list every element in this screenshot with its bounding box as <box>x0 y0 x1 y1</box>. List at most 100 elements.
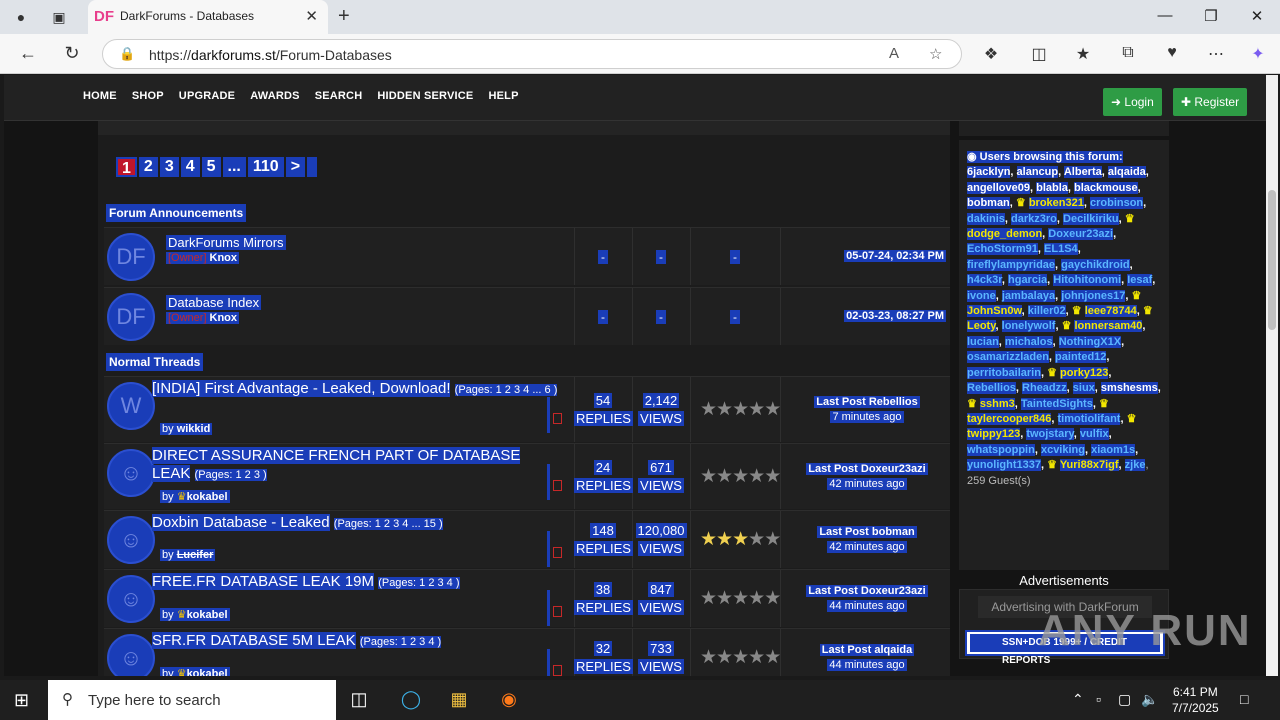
thread-title-link[interactable]: Doxbin Database - Leaked <box>152 514 330 531</box>
online-user-link[interactable]: ivone <box>967 289 996 302</box>
read-aloud-icon[interactable]: A <box>889 45 899 62</box>
online-user-link[interactable]: whatspoppin <box>967 443 1035 456</box>
thread-pages[interactable]: (Pages: 1 2 3 4 ... 6 ) <box>454 384 558 396</box>
last-post-time[interactable]: 7 minutes ago <box>830 411 904 423</box>
thread-pages[interactable]: (Pages: 1 2 3 ) <box>194 469 267 481</box>
last-post-by[interactable]: Last Post bobman <box>817 526 917 538</box>
online-user-link[interactable]: zjke <box>1124 459 1146 472</box>
online-user-link[interactable]: crobinson <box>1089 197 1144 210</box>
star-icon[interactable]: ★ <box>716 529 733 550</box>
author-link[interactable]: wikkid <box>177 423 211 435</box>
page-link[interactable]: 2 <box>138 157 158 177</box>
page-link[interactable]: ... <box>222 157 246 177</box>
online-user-link[interactable]: porky123 <box>1060 366 1109 379</box>
author-link[interactable]: kokabel <box>187 609 228 621</box>
thread-title-link[interactable]: [INDIA] First Advantage - Leaked, Downlo… <box>152 380 451 397</box>
last-post-by[interactable]: Last Post Rebellios <box>814 396 920 408</box>
thread-title-link[interactable]: SFR.FR DATABASE 5M LEAK <box>152 632 356 649</box>
tray-chevron-icon[interactable]: ⌃ <box>1072 691 1084 708</box>
page-link[interactable]: 1 <box>116 157 137 177</box>
rating-stars[interactable]: ★★★★★ <box>700 587 781 610</box>
online-user-link[interactable]: sshm3 <box>979 397 1015 410</box>
minimize-icon[interactable]: — <box>1150 7 1180 24</box>
online-user-link[interactable]: 6jacklyn <box>967 166 1011 179</box>
online-user-link[interactable]: vulfix <box>1079 428 1109 441</box>
online-user-link[interactable]: timotiolifant <box>1057 412 1121 425</box>
online-user-link[interactable]: h4ck3r <box>967 274 1002 287</box>
browser-essentials-icon[interactable]: ♥ <box>1160 44 1184 62</box>
rating-stars[interactable]: ★★★★★ <box>700 646 781 669</box>
online-user-link[interactable]: dakinis <box>967 212 1005 225</box>
star-icon[interactable]: ★ <box>732 399 749 420</box>
thread-pages[interactable]: (Pages: 1 2 3 4 ... 15 ) <box>333 518 443 530</box>
last-post-user[interactable]: alqaida <box>874 644 913 656</box>
forum-title[interactable]: Database Index <box>166 295 262 310</box>
online-user-link[interactable]: killer02 <box>1027 305 1066 318</box>
online-user-link[interactable]: EL1S4 <box>1044 243 1078 256</box>
collections-icon[interactable]: ⧉ <box>1116 44 1140 62</box>
star-icon[interactable]: ★ <box>764 588 781 609</box>
page-link[interactable]: 3 <box>159 157 179 177</box>
star-icon[interactable]: ★ <box>716 588 733 609</box>
window-close-icon[interactable]: ✕ <box>1242 7 1272 25</box>
thread-title-link[interactable]: FREE.FR DATABASE LEAK 19M <box>152 573 375 590</box>
online-user-link[interactable]: bobman <box>967 197 1010 210</box>
firefox-icon[interactable]: ◉ <box>494 689 524 710</box>
star-icon[interactable]: ★ <box>764 647 781 668</box>
extensions-icon[interactable]: ❖ <box>979 44 1003 64</box>
star-icon[interactable]: ★ <box>764 466 781 487</box>
star-icon[interactable]: ★ <box>764 399 781 420</box>
volume-icon[interactable]: 🔈 <box>1141 691 1158 708</box>
forum-title[interactable]: DarkForums Mirrors <box>166 235 286 250</box>
author-link[interactable]: Knox <box>210 252 238 264</box>
star-icon[interactable]: ★ <box>748 647 765 668</box>
url-text[interactable]: https://darkforums.st/Forum-Databases <box>149 47 392 63</box>
windows-start-icon[interactable]: ⊞ <box>14 690 29 711</box>
refresh-icon[interactable]: ↻ <box>60 43 84 64</box>
last-post-user[interactable]: Doxeur23azi <box>860 585 926 597</box>
online-user-link[interactable]: angellove09 <box>967 181 1030 194</box>
last-post-user[interactable]: Rebellios <box>868 396 918 408</box>
online-user-link[interactable]: alancup <box>1016 166 1059 179</box>
online-user-link[interactable]: blabla <box>1036 181 1068 194</box>
online-user-link[interactable]: TaintedSights <box>1020 397 1093 410</box>
last-post-by[interactable]: Last Post alqaida <box>819 644 915 656</box>
tab-actions-icon[interactable]: ▣ <box>48 6 70 28</box>
online-user-link[interactable]: michalos <box>1004 335 1053 348</box>
star-icon[interactable]: ★ <box>716 399 733 420</box>
online-user-link[interactable]: blackmouse <box>1074 181 1138 194</box>
nav-link[interactable]: HELP <box>488 90 518 102</box>
page-link[interactable]: 5 <box>201 157 221 177</box>
star-icon[interactable]: ★ <box>748 588 765 609</box>
last-post-by[interactable]: Last Post Doxeur23azi <box>806 463 928 475</box>
star-icon[interactable]: ★ <box>700 529 717 550</box>
profile-icon[interactable]: ● <box>10 6 32 28</box>
last-post-user[interactable]: Doxeur23azi <box>860 463 926 475</box>
online-user-link[interactable]: painted12 <box>1055 351 1107 364</box>
online-user-link[interactable]: EchoStorm91 <box>967 243 1038 256</box>
page-link[interactable]: 110 <box>247 157 284 177</box>
star-icon[interactable]: ★ <box>732 588 749 609</box>
next-page-button[interactable]: > <box>285 157 306 177</box>
last-post-time[interactable]: 42 minutes ago <box>827 478 907 490</box>
login-button[interactable]: ➜ Login <box>1103 88 1162 116</box>
online-user-link[interactable]: twippy123 <box>967 428 1021 441</box>
page-link[interactable]: 4 <box>180 157 200 177</box>
online-user-link[interactable]: twojstary <box>1026 428 1074 441</box>
online-user-link[interactable]: Decilkiriku <box>1063 212 1119 225</box>
online-user-link[interactable]: johnjones17 <box>1061 289 1126 302</box>
nav-link[interactable]: SEARCH <box>315 90 363 102</box>
rating-stars[interactable]: ★★★★★ <box>700 398 781 421</box>
thread-row[interactable]: ☺ FREE.FR DATABASE LEAK 19M (Pages: 1 2 3… <box>104 569 950 627</box>
task-view-icon[interactable]: ◫ <box>344 689 374 710</box>
star-icon[interactable]: ★ <box>700 399 717 420</box>
url-bar[interactable]: 🔒 https://darkforums.st/Forum-Databases … <box>102 39 962 69</box>
online-user-link[interactable]: Iesaf <box>1127 274 1153 287</box>
online-user-link[interactable]: JohnSn0w <box>967 305 1022 318</box>
page-scrollbar[interactable] <box>1266 75 1278 676</box>
online-user-link[interactable]: Alberta <box>1063 166 1102 179</box>
clock[interactable]: 6:41 PM 7/7/2025 <box>1172 684 1219 716</box>
nav-link[interactable]: SHOP <box>132 90 164 102</box>
online-user-link[interactable]: Rebellios <box>967 382 1016 395</box>
online-user-link[interactable]: darkz3ro <box>1011 212 1057 225</box>
